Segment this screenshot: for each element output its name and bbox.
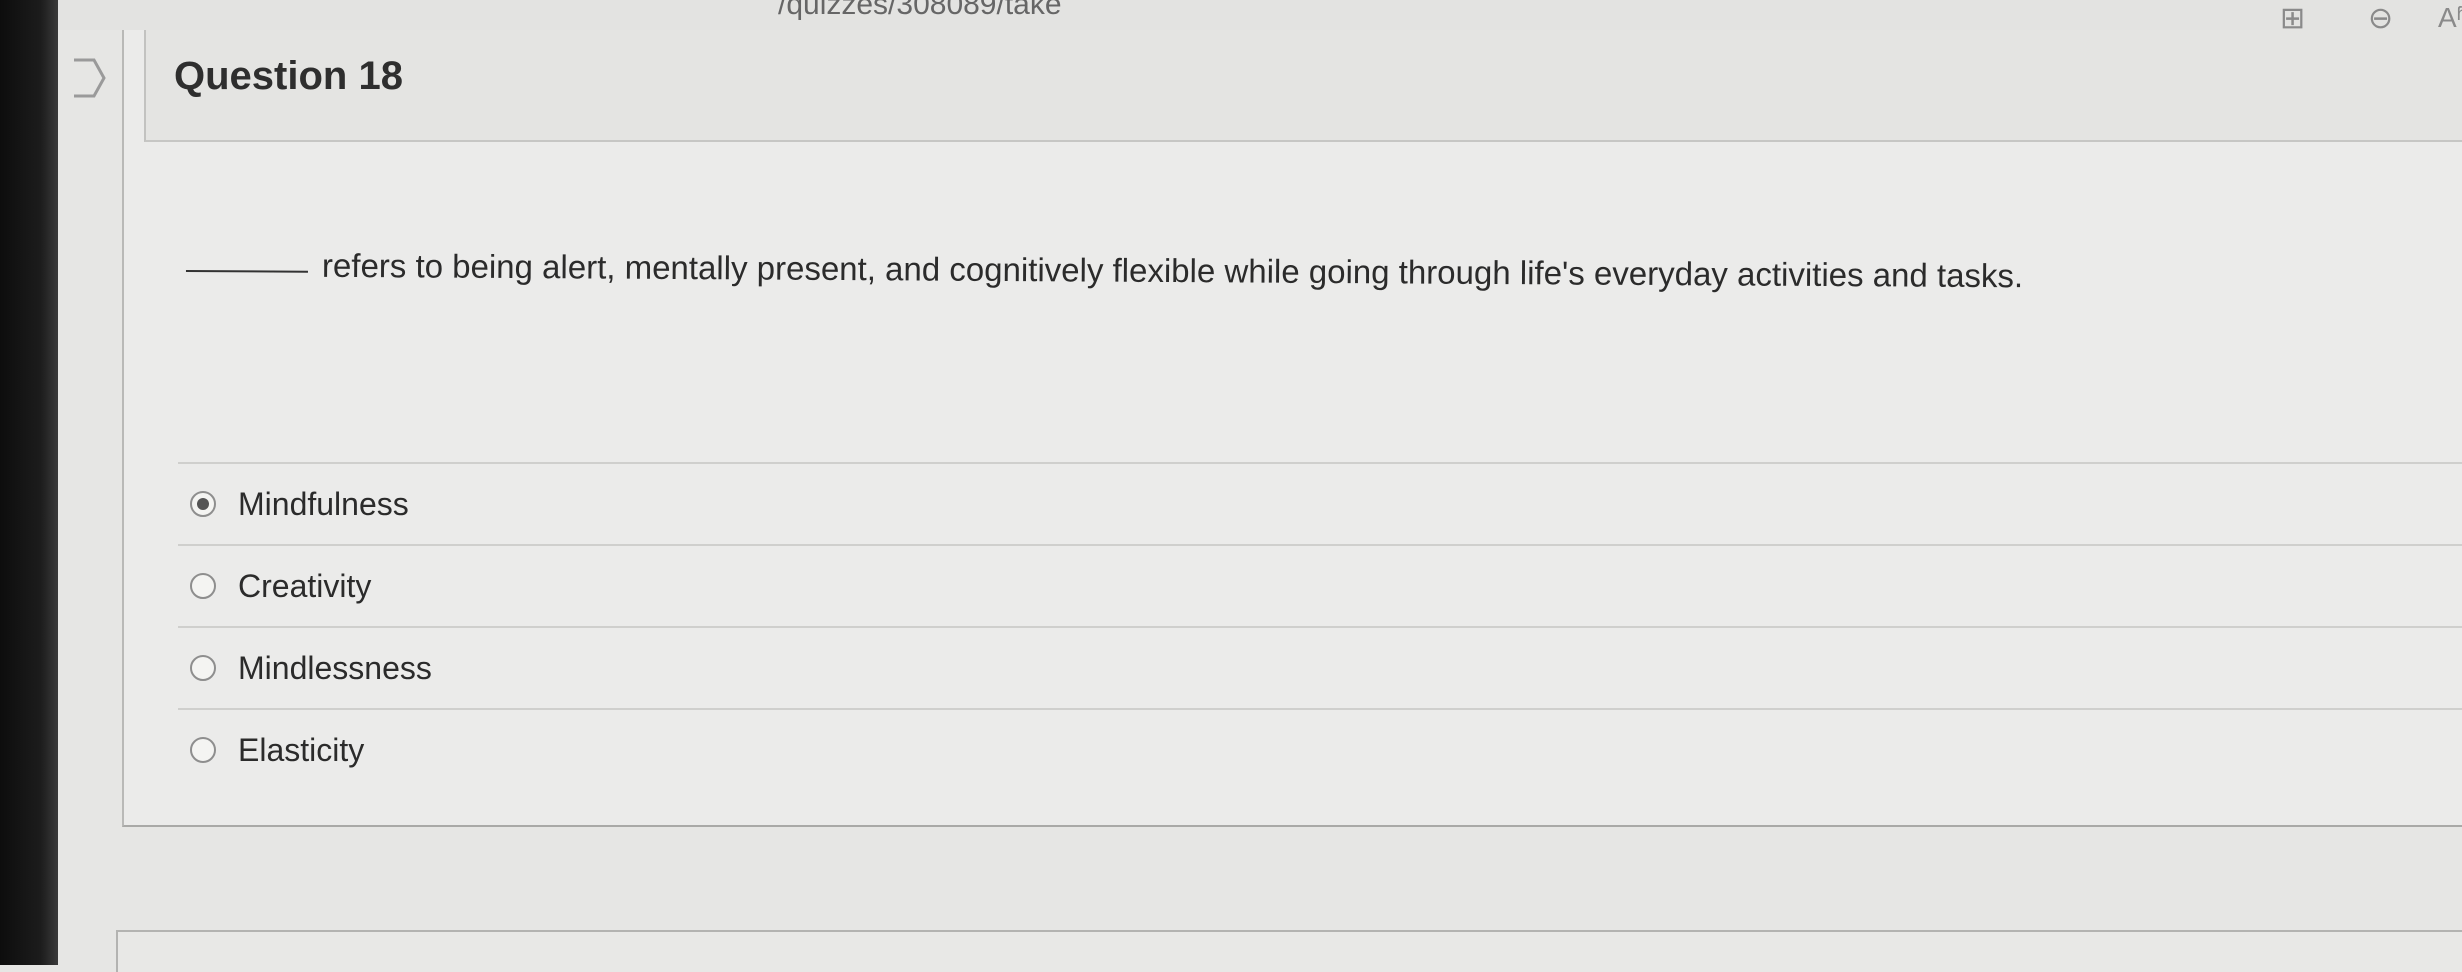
screen-bezel: [0, 0, 58, 965]
answer-label[interactable]: Mindlessness: [238, 650, 432, 687]
next-question-card: [116, 930, 2462, 972]
radio-button-selected[interactable]: [190, 491, 216, 517]
url-text[interactable]: /quizzes/308089/take: [778, 0, 1062, 22]
radio-button[interactable]: [190, 573, 216, 599]
answer-label[interactable]: Elasticity: [238, 732, 364, 769]
answer-label[interactable]: Creativity: [238, 568, 371, 605]
answer-option[interactable]: Mindlessness: [178, 626, 2462, 708]
question-title: Question 18: [174, 54, 403, 98]
answer-option[interactable]: Creativity: [178, 544, 2462, 626]
radio-button[interactable]: [190, 737, 216, 763]
question-header: [144, 30, 2462, 142]
answer-option[interactable]: Elasticity: [178, 708, 2462, 790]
address-bar[interactable]: /quizzes/308089/take ⊞ ⊖ Aʱ: [58, 0, 2462, 34]
answers-list: Mindfulness Creativity Mindlessness Elas…: [178, 462, 2462, 790]
answer-label[interactable]: Mindfulness: [238, 486, 409, 523]
blank-line: [185, 269, 308, 273]
collapse-arrow-icon[interactable]: [70, 54, 110, 102]
answer-option[interactable]: Mindfulness: [178, 462, 2462, 544]
read-aloud-icon[interactable]: Aʱ: [2438, 4, 2462, 32]
radio-button[interactable]: [190, 655, 216, 681]
